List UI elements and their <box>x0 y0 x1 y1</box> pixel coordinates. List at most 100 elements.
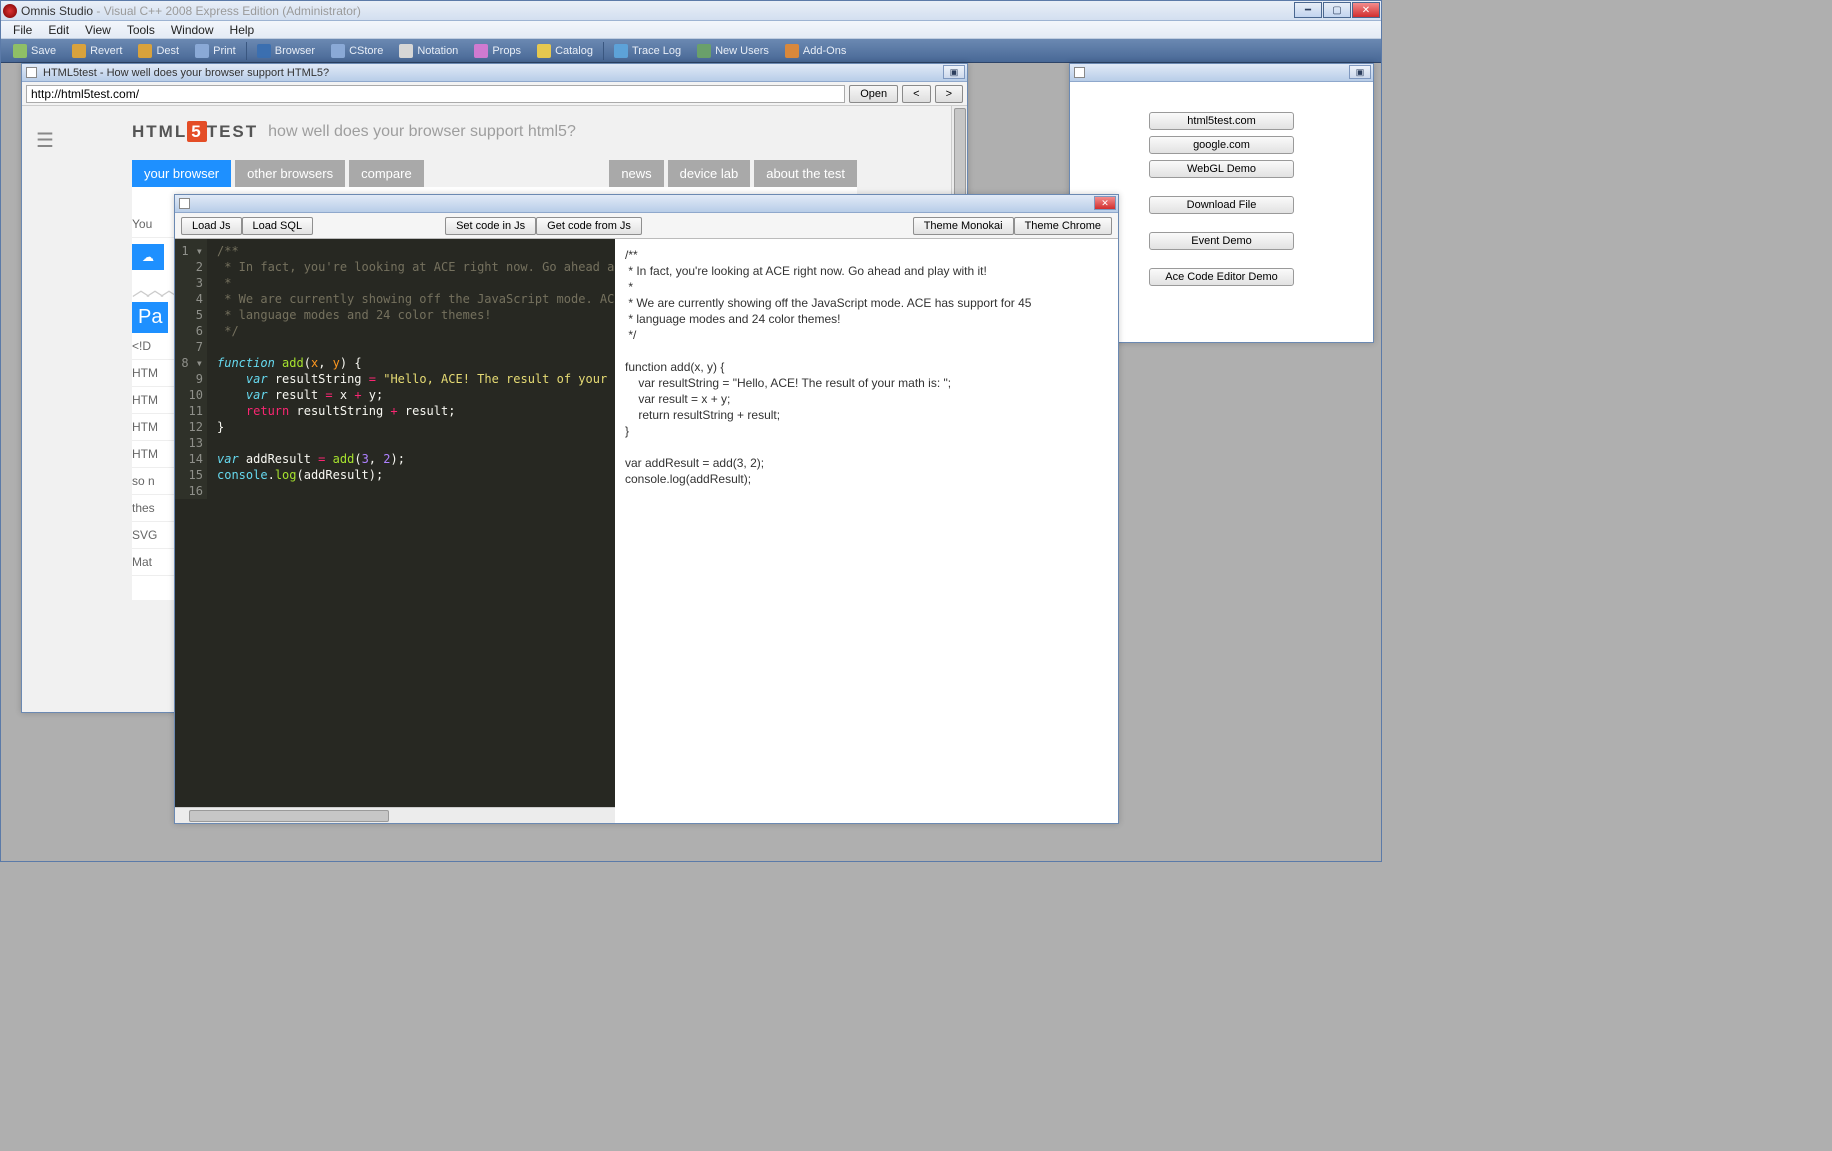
tab-news[interactable]: news <box>609 160 663 187</box>
toolbar-notation[interactable]: Notation <box>391 39 466 62</box>
toolbar-add-ons[interactable]: Add-Ons <box>777 39 854 62</box>
code-line: * We are currently showing off the JavaS… <box>217 291 609 307</box>
menu-tools[interactable]: Tools <box>119 23 163 37</box>
toolbar-save[interactable]: Save <box>5 39 64 62</box>
line-number: 1 ▾ <box>175 243 203 259</box>
toolbar-print[interactable]: Print <box>187 39 244 62</box>
trace-log-icon <box>614 44 628 58</box>
toolbar-label: New Users <box>715 45 769 57</box>
open-button[interactable]: Open <box>849 85 898 103</box>
launch-html5test-com[interactable]: html5test.com <box>1149 112 1294 130</box>
code-line: var result = x + y; <box>217 387 609 403</box>
editor-titlebar[interactable]: ✕ <box>175 195 1118 213</box>
browser-titlebar[interactable]: HTML5test - How well does your browser s… <box>22 64 967 82</box>
editor-btn-theme-monokai[interactable]: Theme Monokai <box>913 217 1014 235</box>
menu-help[interactable]: Help <box>222 23 263 37</box>
tab-about-the-test[interactable]: about the test <box>754 160 857 187</box>
scroll-thumb[interactable] <box>954 108 966 198</box>
editor-body: 1 ▾2345678 ▾910111213141516 /** * In fac… <box>175 239 1118 823</box>
tab-your-browser[interactable]: your browser <box>132 160 231 187</box>
editor-btn-load-sql[interactable]: Load SQL <box>242 217 314 235</box>
launch-ace-code-editor-demo[interactable]: Ace Code Editor Demo <box>1149 268 1294 286</box>
dest-icon <box>138 44 152 58</box>
back-button[interactable]: < <box>902 85 930 103</box>
line-number: 9 <box>175 371 203 387</box>
catalog-icon <box>537 44 551 58</box>
mdi-area: HTML5test - How well does your browser s… <box>1 63 1381 861</box>
tab-other-browsers[interactable]: other browsers <box>235 160 345 187</box>
sysmenu-icon[interactable] <box>1074 67 1085 78</box>
close-button[interactable]: ✕ <box>1352 2 1380 18</box>
line-number: 15 <box>175 467 203 483</box>
toolbar-cstore[interactable]: CStore <box>323 39 391 62</box>
url-bar: Open < > <box>22 82 967 106</box>
line-number: 16 <box>175 483 203 499</box>
url-input[interactable] <box>26 85 845 103</box>
horizontal-scrollbar[interactable] <box>175 807 615 823</box>
toolbar-label: Dest <box>156 45 179 57</box>
launch-webgl-demo[interactable]: WebGL Demo <box>1149 160 1294 178</box>
toolbar-revert[interactable]: Revert <box>64 39 130 62</box>
menu-view[interactable]: View <box>77 23 119 37</box>
code-line: } <box>217 419 609 435</box>
hamburger-icon[interactable]: ☰ <box>36 128 54 153</box>
props-icon <box>474 44 488 58</box>
menu-edit[interactable]: Edit <box>40 23 77 37</box>
code-line: * language modes and 24 color themes! <box>217 307 609 323</box>
toolbar-trace-log[interactable]: Trace Log <box>606 39 689 62</box>
toolbar-browser[interactable]: Browser <box>249 39 323 62</box>
toolbar: Save Revert Dest Print BrowserCStoreNotation… <box>1 39 1381 63</box>
tab-device-lab[interactable]: device lab <box>668 160 751 187</box>
app-icon <box>3 4 17 18</box>
toolbar-separator <box>246 42 247 60</box>
toolbar-catalog[interactable]: Catalog <box>529 39 601 62</box>
line-number: 6 <box>175 323 203 339</box>
sysmenu-icon[interactable] <box>26 67 37 78</box>
maximize-button[interactable]: ▢ <box>1323 2 1351 18</box>
print-icon <box>195 44 209 58</box>
code-line: /** <box>217 243 609 259</box>
code-line: console.log(addResult); <box>217 467 609 483</box>
toolbar-label: Save <box>31 45 56 57</box>
launcher-maximize-button[interactable]: ▣ <box>1349 65 1371 79</box>
editor-btn-theme-chrome[interactable]: Theme Chrome <box>1014 217 1112 235</box>
menu-file[interactable]: File <box>5 23 40 37</box>
code-lines[interactable]: /** * In fact, you're looking at ACE rig… <box>211 239 615 499</box>
tab-compare[interactable]: compare <box>349 160 424 187</box>
launch-google-com[interactable]: google.com <box>1149 136 1294 154</box>
scroll-thumb[interactable] <box>189 810 389 822</box>
code-pane[interactable]: 1 ▾2345678 ▾910111213141516 /** * In fac… <box>175 239 615 823</box>
launch-download-file[interactable]: Download File <box>1149 196 1294 214</box>
cloud-icon[interactable]: ☁ <box>132 244 164 270</box>
toolbar-props[interactable]: Props <box>466 39 529 62</box>
code-line: */ <box>217 323 609 339</box>
editor-btn-load-js[interactable]: Load Js <box>181 217 242 235</box>
line-number: 4 <box>175 291 203 307</box>
site-tagline: how well does your browser support html5… <box>268 123 576 141</box>
browser-maximize-button[interactable]: ▣ <box>943 65 965 79</box>
launch-event-demo[interactable]: Event Demo <box>1149 232 1294 250</box>
code-line <box>217 435 609 451</box>
forward-button[interactable]: > <box>935 85 963 103</box>
window-controls: ━ ▢ ✕ <box>1294 1 1381 18</box>
toolbar-label: Print <box>213 45 236 57</box>
code-line: var addResult = add(3, 2); <box>217 451 609 467</box>
editor-btn-set-code-in-js[interactable]: Set code in Js <box>445 217 536 235</box>
sysmenu-icon[interactable] <box>179 198 190 209</box>
code-line: var resultString = "Hello, ACE! The resu… <box>217 371 609 387</box>
toolbar-dest[interactable]: Dest <box>130 39 187 62</box>
toolbar-new-users[interactable]: New Users <box>689 39 777 62</box>
editor-btn-get-code-from-js[interactable]: Get code from Js <box>536 217 642 235</box>
notation-icon <box>399 44 413 58</box>
minimize-button[interactable]: ━ <box>1294 2 1322 18</box>
menubar: FileEditViewToolsWindowHelp <box>1 21 1381 39</box>
titlebar: Omnis Studio - Visual C++ 2008 Express E… <box>1 1 1381 21</box>
launcher-titlebar[interactable]: ▣ <box>1070 64 1373 82</box>
plain-text-pane[interactable]: /** * In fact, you're looking at ACE rig… <box>615 239 1118 823</box>
editor-close-button[interactable]: ✕ <box>1094 196 1116 210</box>
line-number: 11 <box>175 403 203 419</box>
menu-window[interactable]: Window <box>163 23 222 37</box>
toolbar-label: Trace Log <box>632 45 681 57</box>
browser-window-title: HTML5test - How well does your browser s… <box>43 67 329 79</box>
editor-toolbar: Load JsLoad SQL Set code in JsGet code f… <box>175 213 1118 239</box>
